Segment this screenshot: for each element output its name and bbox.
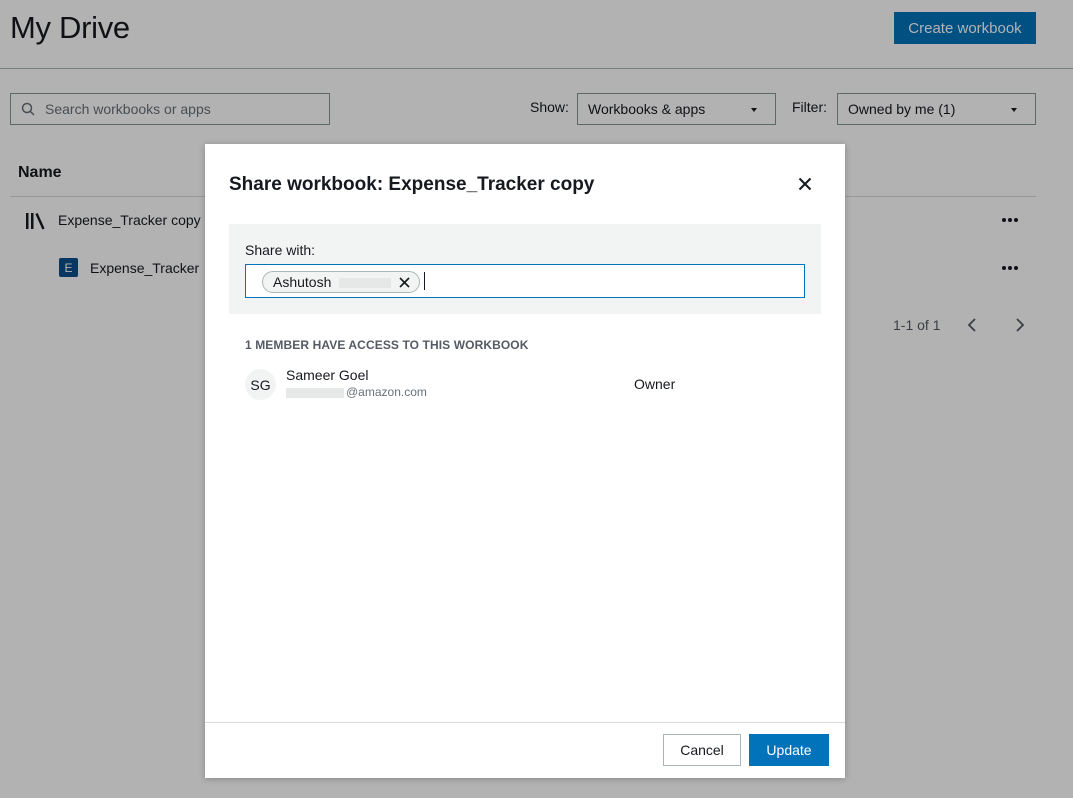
redacted-text: [339, 278, 391, 288]
member-role: Owner: [634, 376, 676, 392]
recipient-token-name: Ashutosh: [273, 274, 332, 290]
footer-divider: [205, 722, 845, 723]
share-with-input[interactable]: Ashutosh: [245, 264, 805, 298]
share-with-panel: Share with: Ashutosh: [229, 224, 821, 314]
redacted-text: [286, 387, 344, 398]
recipient-token: Ashutosh: [262, 271, 420, 293]
text-cursor: [424, 272, 425, 290]
member-name: Sameer Goel: [286, 367, 369, 383]
remove-token-icon[interactable]: [397, 275, 411, 289]
members-heading: 1 MEMBER HAVE ACCESS TO THIS WORKBOOK: [245, 338, 529, 352]
avatar: SG: [245, 369, 276, 400]
share-workbook-modal: Share workbook: Expense_Tracker copy Sha…: [205, 144, 845, 778]
modal-title: Share workbook: Expense_Tracker copy: [229, 174, 595, 195]
member-email: @amazon.com: [286, 385, 427, 399]
cancel-button[interactable]: Cancel: [663, 734, 741, 766]
update-button[interactable]: Update: [749, 734, 829, 766]
member-email-suffix: @amazon.com: [346, 385, 427, 399]
share-with-label: Share with:: [245, 242, 316, 258]
close-icon[interactable]: [795, 174, 815, 194]
